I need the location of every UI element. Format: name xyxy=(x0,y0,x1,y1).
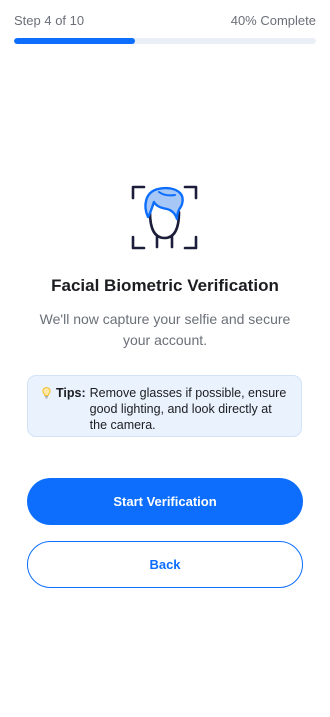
progress-text-row: Step 4 of 10 40% Complete xyxy=(14,13,316,29)
tips-box: Tips: Remove glasses if possible, ensure… xyxy=(27,375,302,437)
progress-header: Step 4 of 10 40% Complete xyxy=(14,13,316,44)
back-button[interactable]: Back xyxy=(27,541,303,588)
page-title: Facial Biometric Verification xyxy=(51,276,279,295)
progress-bar-fill xyxy=(14,38,135,44)
percent-complete: 40% Complete xyxy=(230,13,316,28)
tips-label-text: Tips: xyxy=(56,386,86,400)
tips-text: Remove glasses if possible, ensure good … xyxy=(89,386,287,432)
tips-label: Tips: xyxy=(42,385,86,401)
start-verification-button[interactable]: Start Verification xyxy=(27,478,303,525)
step-counter: Step 4 of 10 xyxy=(14,13,85,28)
lightbulb-icon xyxy=(42,387,51,399)
progress-bar xyxy=(14,38,316,44)
face-scan-icon xyxy=(131,185,198,250)
page-subtitle: We'll now capture your selfie and secure… xyxy=(39,311,291,348)
